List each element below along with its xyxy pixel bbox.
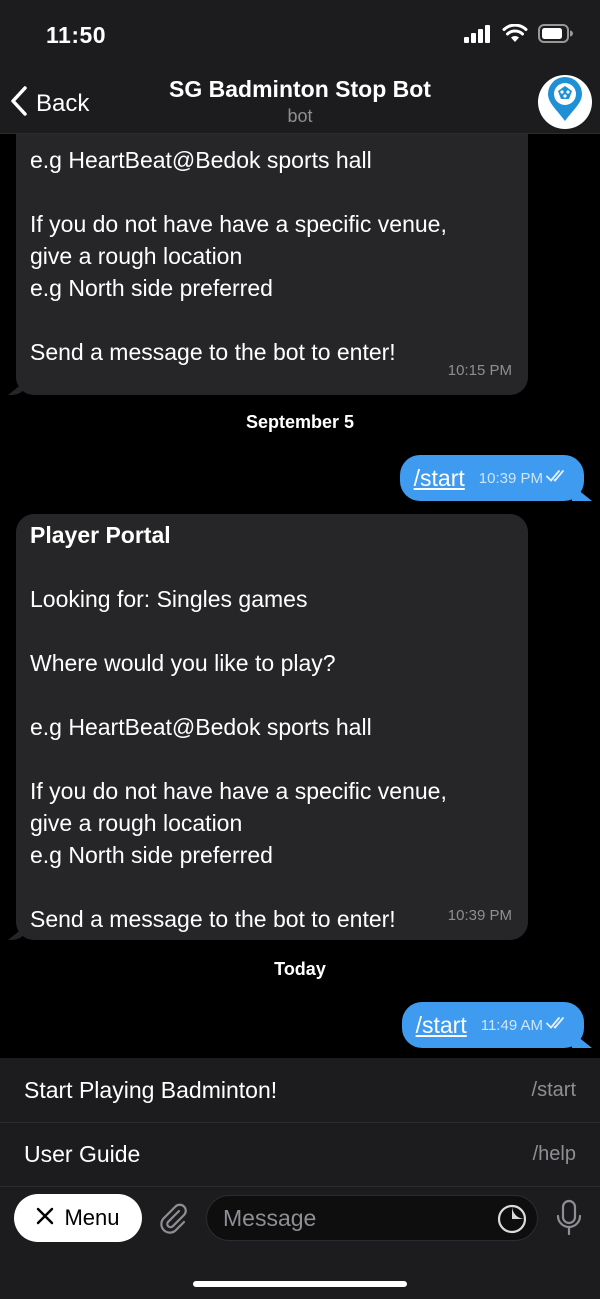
message-line: Send a message to the bot to enter! xyxy=(30,339,396,365)
double-check-icon xyxy=(546,469,568,487)
message-time-group: 11:49 AM xyxy=(481,1016,568,1034)
message-title: Player Portal xyxy=(30,522,171,548)
microphone-icon[interactable] xyxy=(554,1199,584,1242)
message-line: Looking for: Singles games xyxy=(30,586,308,612)
message-line: e.g North side preferred xyxy=(30,275,273,301)
message-line: Send a message to the bot to enter! xyxy=(30,906,396,932)
bubble-tail xyxy=(8,924,28,940)
command-name: /help xyxy=(532,1143,576,1165)
command-description: Start Playing Badminton! xyxy=(24,1076,278,1103)
message-line: e.g HeartBeat@Bedok sports hall xyxy=(30,714,372,740)
chat-header: Back SG Badminton Stop Bot bot xyxy=(0,70,600,134)
double-check-icon xyxy=(546,1016,568,1034)
message-line-gap xyxy=(30,871,514,903)
message-input[interactable] xyxy=(206,1195,538,1241)
chat-title[interactable]: SG Badminton Stop Bot xyxy=(0,76,600,103)
command-item-start[interactable]: Start Playing Badminton! /start xyxy=(0,1058,600,1122)
date-separator: September 5 xyxy=(245,412,355,432)
message-line-gap xyxy=(30,551,514,583)
message-time: 11:49 AM xyxy=(480,1016,543,1034)
start-command-link[interactable]: /start xyxy=(416,1012,467,1039)
message-line-gap xyxy=(30,743,514,775)
battery-icon xyxy=(538,24,574,48)
outgoing-message[interactable]: /start 10:39 PM xyxy=(399,455,592,501)
message-line: If you do not have have a specific venue… xyxy=(30,778,447,804)
cellular-signal-icon xyxy=(464,24,492,48)
bubble-tail xyxy=(572,485,592,501)
message-line: give a rough location xyxy=(30,810,243,836)
message-time: 10:15 PM xyxy=(447,362,512,379)
message-input-bar: Menu xyxy=(0,1186,600,1299)
status-icons xyxy=(464,23,574,48)
sticker-icon[interactable] xyxy=(496,1203,528,1240)
message-line: e.g North side preferred xyxy=(30,842,273,868)
incoming-message[interactable]: e.g HeartBeat@Bedok sports hall If you d… xyxy=(8,134,528,395)
message-time: 10:39 PM xyxy=(447,907,512,924)
message-line-gap xyxy=(30,615,514,647)
command-item-help[interactable]: User Guide /help xyxy=(0,1122,600,1186)
bot-avatar[interactable] xyxy=(538,75,592,129)
message-line: e.g HeartBeat@Bedok sports hall xyxy=(30,147,372,173)
menu-button[interactable]: Menu xyxy=(14,1194,142,1242)
command-description: User Guide xyxy=(24,1141,141,1167)
message-line-gap xyxy=(30,679,514,711)
message-line-gap xyxy=(30,304,514,336)
message-line: Where would you like to play? xyxy=(30,650,336,676)
incoming-message[interactable]: Player Portal Looking for: Singles games… xyxy=(8,514,528,940)
date-separator: Today xyxy=(274,959,326,979)
chat-screen: 11:50 Back SG Badminton Stop Bot bot e.g… xyxy=(0,0,600,1299)
message-time-group: 10:39 PM xyxy=(479,469,568,487)
chat-subtitle: bot xyxy=(287,106,313,126)
bot-command-list: Start Playing Badminton! /start User Gui… xyxy=(0,1058,600,1186)
message-line: If you do not have have a specific venue… xyxy=(30,211,447,237)
message-line: give a rough location xyxy=(30,243,243,269)
outgoing-message[interactable]: /start 11:49 AM xyxy=(401,1002,592,1048)
wifi-icon xyxy=(502,23,528,48)
bubble-tail xyxy=(572,1032,592,1048)
badminton-location-pin-icon xyxy=(545,76,585,128)
menu-label: Menu xyxy=(64,1205,120,1230)
paperclip-icon[interactable] xyxy=(156,1201,190,1240)
start-command-link[interactable]: /start xyxy=(414,465,465,492)
bubble-tail xyxy=(8,379,28,395)
close-icon xyxy=(36,1207,54,1230)
home-indicator xyxy=(193,1281,407,1287)
command-name: /start xyxy=(531,1078,576,1101)
message-list[interactable]: e.g HeartBeat@Bedok sports hall If you d… xyxy=(0,134,600,1054)
status-time: 11:50 xyxy=(46,22,107,48)
message-time: 10:39 PM xyxy=(478,469,543,487)
message-line-gap xyxy=(30,176,514,208)
status-bar: 11:50 xyxy=(0,0,600,70)
